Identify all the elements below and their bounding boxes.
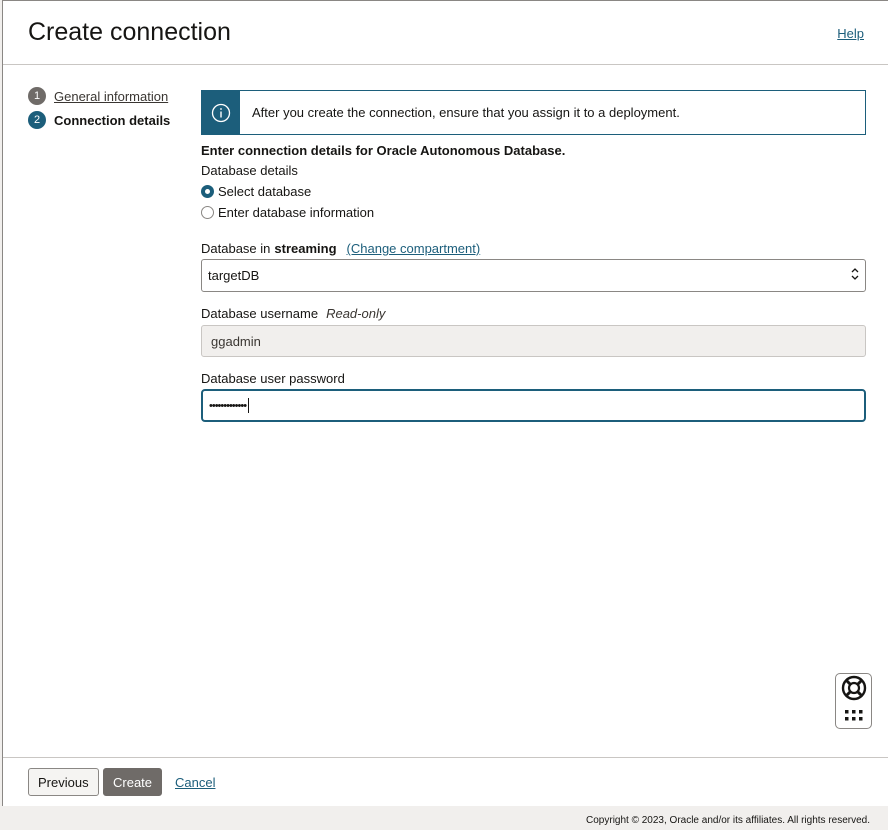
lifebuoy-icon[interactable] xyxy=(841,675,867,706)
help-link[interactable]: Help xyxy=(837,26,864,41)
copyright-text: Copyright © 2023, Oracle and/or its affi… xyxy=(586,815,870,826)
previous-button[interactable]: Previous xyxy=(28,768,99,796)
password-label: Database user password xyxy=(201,371,345,386)
radio-checked-icon[interactable] xyxy=(201,185,214,198)
create-connection-panel: Create connection Help 1 General informa… xyxy=(2,0,888,806)
database-details-label: Database details xyxy=(201,163,298,178)
step-label[interactable]: General information xyxy=(54,89,168,104)
panel-header: Create connection Help xyxy=(3,0,888,65)
change-compartment-link[interactable]: (Change compartment) xyxy=(347,241,481,256)
step-label: Connection details xyxy=(54,112,171,128)
radio-label: Enter database information xyxy=(218,205,375,220)
read-only-label: Read-only xyxy=(326,306,386,321)
info-icon xyxy=(202,91,240,134)
radio-select-database[interactable]: Select database xyxy=(201,184,866,199)
database-select-value: targetDB xyxy=(208,268,260,283)
notice-text: After you create the connection, ensure … xyxy=(252,105,680,120)
create-button[interactable]: Create xyxy=(103,768,163,796)
radio-enter-database-information[interactable]: Enter database information xyxy=(201,205,866,220)
text-cursor xyxy=(248,398,250,413)
compartment-name: streaming xyxy=(274,241,337,256)
db-in-label: Database in xyxy=(201,241,271,256)
username-field: ggadmin xyxy=(201,325,866,357)
step-number: 1 xyxy=(28,87,46,105)
page-title: Create connection xyxy=(28,18,231,46)
section-title: Enter connection details for Oracle Auto… xyxy=(201,143,566,158)
step-general-information[interactable]: 1 General information xyxy=(28,84,170,108)
password-input[interactable]: ••••••••••••• xyxy=(201,389,866,422)
step-connection-details: 2 Connection details xyxy=(28,108,170,132)
step-number: 2 xyxy=(28,111,46,129)
username-label: Database username xyxy=(201,306,319,321)
database-select[interactable]: targetDB xyxy=(201,259,866,292)
info-notice: After you create the connection, ensure … xyxy=(201,90,866,135)
help-widget[interactable] xyxy=(835,673,872,729)
radio-unchecked-icon[interactable] xyxy=(201,206,214,219)
select-arrows-icon xyxy=(851,267,859,284)
panel-footer: Previous Create Cancel xyxy=(3,757,888,806)
username-label-row: Database username Read-only xyxy=(201,306,866,321)
wizard-steps: 1 General information 2 Connection detai… xyxy=(28,84,170,132)
database-select-label: Database in streaming (Change compartmen… xyxy=(201,241,866,256)
cancel-link[interactable]: Cancel xyxy=(166,768,224,796)
apps-grid-icon[interactable] xyxy=(844,709,864,727)
radio-label: Select database xyxy=(218,184,312,199)
password-value: ••••••••••••• xyxy=(209,399,247,412)
form-area: After you create the connection, ensure … xyxy=(201,90,866,422)
